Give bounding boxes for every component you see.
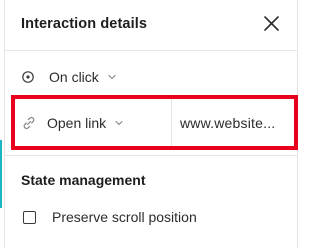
page: Interaction details On click Open link w… (0, 0, 300, 248)
action-label: Open link (47, 114, 107, 131)
state-management-title: State management (21, 172, 146, 188)
chevron-down-icon (108, 74, 116, 80)
action-highlight-box: Open link www.website... (11, 95, 298, 150)
action-dropdown[interactable]: Open link (15, 99, 172, 146)
preserve-scroll-checkbox[interactable] (23, 210, 36, 224)
preserve-scroll-option[interactable]: Preserve scroll position (23, 207, 197, 227)
trigger-label: On click (49, 69, 99, 85)
canvas-selection-marker (0, 140, 2, 208)
panel-title: Interaction details (21, 16, 147, 32)
target-icon (22, 71, 34, 83)
url-input-value: www.website... (180, 114, 276, 131)
close-button[interactable] (262, 14, 282, 34)
preserve-scroll-label: Preserve scroll position (52, 209, 197, 225)
url-input[interactable]: www.website... (172, 99, 294, 146)
section-divider (5, 155, 297, 156)
close-icon (264, 16, 279, 31)
link-icon (23, 116, 35, 129)
trigger-dropdown[interactable]: On click (21, 66, 117, 88)
panel-header: Interaction details (5, 0, 297, 50)
interaction-details-panel: Interaction details On click Open link w… (4, 0, 298, 248)
chevron-down-icon (115, 120, 123, 125)
action-row: Open link www.website... (15, 99, 294, 146)
header-divider (5, 50, 297, 51)
